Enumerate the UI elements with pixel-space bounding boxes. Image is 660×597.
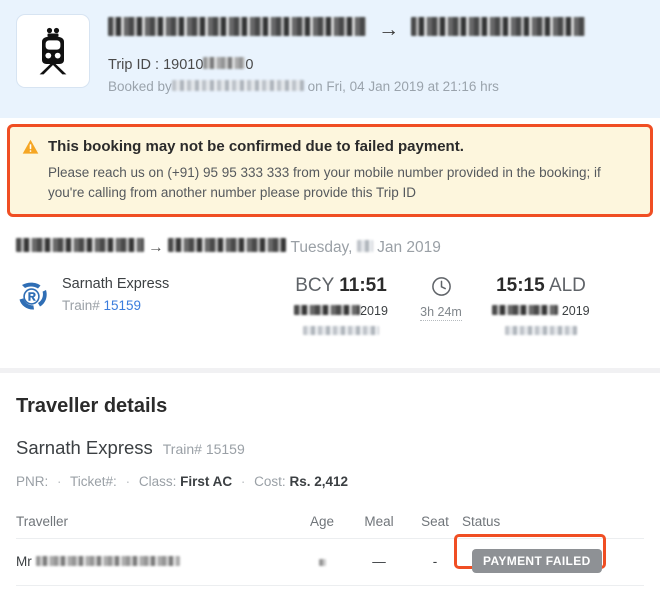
class-label: Class:: [138, 474, 177, 489]
booker-name-redacted: [171, 80, 304, 91]
alert-body-text: Please reach us on (+91) 95 95 333 333 f…: [48, 165, 601, 200]
column-header-status: Status: [462, 507, 644, 539]
traveller-train-name: Sarnath Express: [16, 437, 153, 458]
traveller-age-redacted: [318, 558, 326, 566]
ticket-label: Ticket#:: [70, 474, 117, 489]
trip-id-prefix: 19010: [163, 57, 204, 73]
arrival-time: 15:15: [496, 275, 545, 296]
arrival-year: 2019: [561, 304, 590, 318]
duration-text: 3h 24m: [420, 305, 462, 321]
status-badge: PAYMENT FAILED: [472, 549, 602, 573]
booking-header: → Trip ID : 19010 0 Booked by on Fri, 04 …: [0, 0, 660, 118]
journey-route-date: → Tuesday, Jan 2019: [16, 237, 644, 259]
alert-region: This booking may not be confirmed due to…: [0, 118, 660, 221]
traveller-train-line: Sarnath Express Train# 15159: [16, 436, 644, 462]
arrival-main: 15:15 ALD: [477, 273, 605, 298]
traveller-title: Mr: [16, 553, 32, 569]
journey-section: → Tuesday, Jan 2019 Sarnath Express Trai…: [0, 221, 660, 338]
ticket-facts: PNR: · Ticket#: · Class: First AC · Cost…: [16, 472, 644, 491]
arrival-platform: [477, 324, 605, 338]
column-header-traveller: Traveller: [16, 507, 294, 539]
fact-separator-2: ·: [125, 474, 131, 489]
traveller-age-cell: [294, 538, 350, 586]
train-front-icon: [16, 14, 90, 88]
booked-by-line: Booked by on Fri, 04 Jan 2019 at 21:16 h…: [108, 77, 585, 96]
journey-destination-redacted: [168, 238, 287, 252]
column-header-seat: Seat: [408, 507, 462, 539]
route-arrow-icon: →: [372, 18, 406, 41]
cost-value: Rs. 2,412: [289, 474, 348, 489]
trip-id-redacted: [203, 57, 246, 69]
trip-id-suffix: 0: [245, 57, 254, 73]
trip-id: Trip ID : 19010 0: [108, 56, 585, 75]
traveller-table: Traveller Age Meal Seat Status Mr — - PA…: [16, 507, 644, 586]
payment-failed-alert: This booking may not be confirmed due to…: [7, 124, 653, 217]
warning-triangle-icon: [22, 139, 40, 160]
train-number-label: Train#: [62, 298, 104, 313]
departure-year: 2019: [360, 304, 388, 318]
column-header-age: Age: [294, 507, 350, 539]
fact-separator-3: ·: [240, 474, 246, 489]
pnr-label: PNR:: [16, 474, 49, 489]
departure-station-code: BCY: [295, 275, 334, 296]
traveller-train-number-label: Train#: [162, 441, 206, 457]
departure-leg: BCY 11:51 2019: [277, 273, 405, 338]
journey-leg-row: Sarnath Express Train# 15159 BCY 11:51 2…: [16, 273, 644, 338]
departure-platform: [277, 324, 405, 338]
clock-icon: [431, 277, 452, 301]
traveller-status-cell: PAYMENT FAILED: [454, 534, 644, 586]
booking-details-page: → Trip ID : 19010 0 Booked by on Fri, 04 …: [0, 0, 660, 597]
route-destination-redacted: [411, 17, 586, 36]
arrival-station-code: ALD: [548, 275, 586, 296]
train-name: Sarnath Express: [62, 276, 170, 292]
booked-by-label: Booked by: [108, 79, 172, 94]
table-row: Mr — - PAYMENT FAILED: [16, 534, 644, 586]
page-title: →: [108, 16, 586, 44]
trip-id-label: Trip ID :: [108, 57, 164, 73]
train-info: Sarnath Express Train# 15159: [62, 273, 277, 315]
departure-time: 11:51: [339, 275, 387, 296]
train-number-link[interactable]: 15159: [104, 298, 142, 313]
traveller-details-section: Traveller details Sarnath Express Train# …: [0, 373, 660, 586]
traveller-name-cell: Mr: [16, 538, 294, 586]
departure-platform-redacted: [303, 326, 379, 335]
arrival-date-redacted: [492, 305, 559, 315]
departure-date-redacted: [294, 305, 361, 315]
journey-day-redacted: [356, 240, 373, 252]
arrival-date: 2019: [477, 303, 605, 319]
departure-date: 2019: [277, 303, 405, 319]
journey-weekday: Tuesday,: [290, 239, 353, 256]
traveller-meal-cell: —: [350, 538, 408, 586]
traveller-train-number: 15159: [205, 441, 245, 457]
class-value: First AC: [180, 474, 233, 489]
route-title-redacted: [108, 17, 366, 36]
traveller-seat-cell: -: [408, 538, 462, 586]
traveller-name-redacted: [35, 555, 180, 566]
journey-arrow-icon: →: [144, 239, 169, 256]
arrival-platform-redacted: [505, 326, 577, 335]
train-number-line: Train# 15159: [62, 296, 277, 315]
table-header-row: Traveller Age Meal Seat Status: [16, 507, 644, 539]
arrival-leg: 15:15 ALD 2019: [477, 273, 605, 338]
section-title: Traveller details: [16, 395, 168, 417]
departure-main: BCY 11:51: [277, 273, 405, 298]
cost-label: Cost:: [254, 474, 286, 489]
alert-title: This booking may not be confirmed due to…: [48, 138, 464, 155]
journey-month-year: Jan 2019: [377, 239, 441, 256]
fact-separator: ·: [57, 474, 62, 489]
column-header-meal: Meal: [350, 507, 408, 539]
indian-railways-logo-icon: [16, 273, 58, 316]
journey-origin-redacted: [16, 238, 144, 252]
booked-on: on Fri, 04 Jan 2019 at 21:16 hrs: [307, 79, 499, 94]
journey-duration: 3h 24m: [405, 273, 477, 321]
